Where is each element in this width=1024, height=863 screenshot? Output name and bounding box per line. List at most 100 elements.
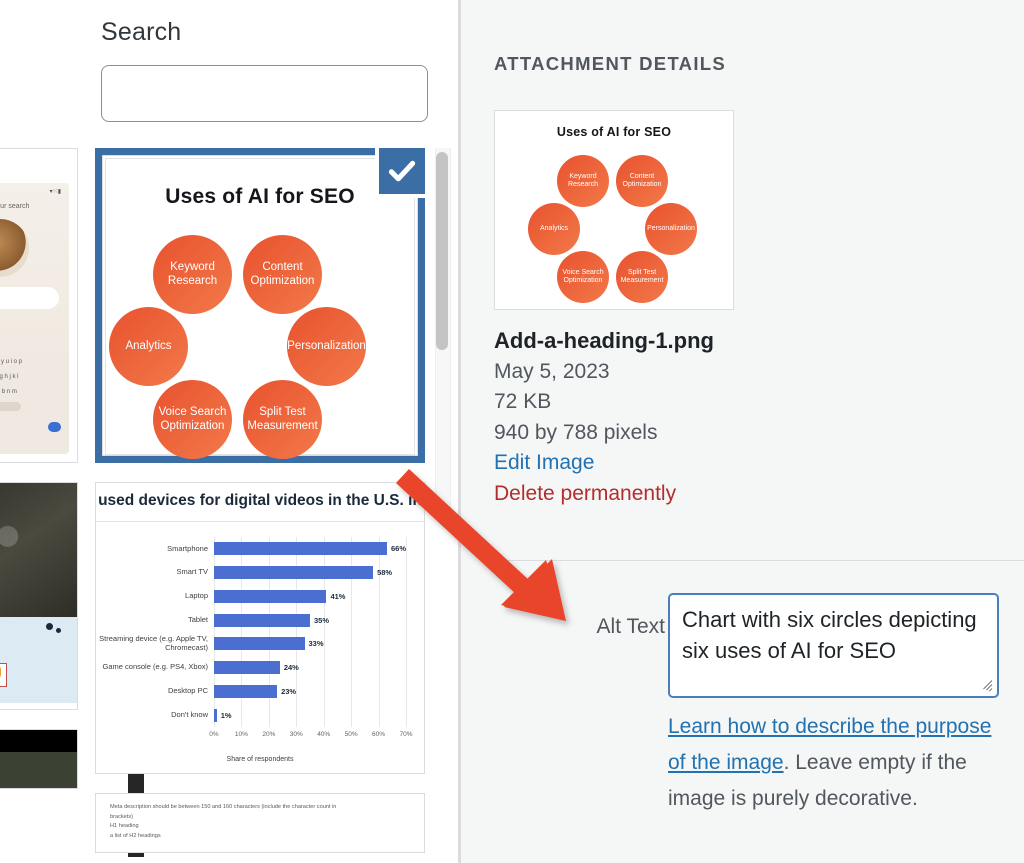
attachment-metadata: Add-a-heading-1.png May 5, 2023 72 KB 94… xyxy=(494,325,994,509)
meta-line-1: Meta description should be between 150 a… xyxy=(110,804,337,810)
gridline xyxy=(406,537,407,727)
bar-row: Desktop PC 23% xyxy=(168,680,406,704)
diagram-circle-4: Personalization xyxy=(287,307,366,386)
preview-circle-3: Analytics xyxy=(528,203,580,255)
attachment-details-panel: ATTACHMENT DETAILS Uses of AI for SEO Ke… xyxy=(461,0,1024,863)
bar-row: Smart TV 58% xyxy=(176,561,406,585)
bar xyxy=(214,661,280,675)
x-axis-tick: 50% xyxy=(344,731,358,738)
attachment-dimensions: 940 by 788 pixels xyxy=(494,420,658,444)
thumbnail-selected-uses-of-ai[interactable]: Uses of AI for SEO Keyword Research Cont… xyxy=(95,144,429,463)
bar xyxy=(214,566,374,580)
thumbnail-column: Uses of AI for SEO Keyword Research Cont… xyxy=(95,144,429,863)
alt-text-input[interactable] xyxy=(668,593,999,698)
partial-thumbnail-column: ▾⁙▮ Add to your search q w e r t y u i o… xyxy=(0,148,78,808)
x-axis-tick: 60% xyxy=(372,731,386,738)
attachment-details-heading: ATTACHMENT DETAILS xyxy=(494,53,727,74)
diagram-uses-of-ai-preview: Uses of AI for SEO Keyword Research Cont… xyxy=(495,111,733,309)
attachment-filename: Add-a-heading-1.png xyxy=(494,328,714,353)
search-input[interactable] xyxy=(101,65,428,122)
thumbnail-meta-description[interactable]: Meta description should be between 150 a… xyxy=(95,793,425,853)
dark-photo-body xyxy=(0,752,77,788)
bar-category-label: Smartphone xyxy=(167,543,208,553)
meta-line-4: a list of H2 headings xyxy=(110,832,161,839)
diagram-title: Uses of AI for SEO xyxy=(165,185,355,208)
diagram-circle-6: Split Test Measurement xyxy=(243,380,322,459)
diagram-uses-of-ai: Uses of AI for SEO Keyword Research Cont… xyxy=(106,159,414,459)
dots-decor xyxy=(46,623,53,630)
x-axis-title: Share of respondents xyxy=(226,756,294,763)
dotted-guide xyxy=(68,323,69,441)
meta-text-block: Meta description should be between 150 a… xyxy=(110,803,410,841)
diagram-circle-2: Content Optimization xyxy=(243,235,322,314)
delete-permanently-link[interactable]: Delete permanently xyxy=(494,479,994,509)
dark-photo xyxy=(0,730,77,788)
bar-row: Smartphone 66% xyxy=(167,537,406,561)
attachment-date: May 5, 2023 xyxy=(494,359,610,383)
preview-circle-2: Content Optimization xyxy=(616,155,668,207)
phone-image xyxy=(0,219,29,277)
check-icon[interactable] xyxy=(375,144,429,198)
thumbnail-device-bar-chart[interactable]: used devices for digital videos in the U… xyxy=(95,482,425,774)
bar xyxy=(214,684,278,698)
phone-search-pill xyxy=(0,287,59,309)
preview-circle-1: Keyword Research xyxy=(557,155,609,207)
bar xyxy=(214,637,305,651)
bar-row: Game console (e.g. PS4, Xbox) 24% xyxy=(103,656,406,680)
bar-value-label: 33% xyxy=(308,639,324,649)
thumbnail-phone-screenshot[interactable]: ▾⁙▮ Add to your search q w e r t y u i o… xyxy=(0,148,78,463)
bar-chart-body: 0% 10% 20% 30% 40% 50% 60% 70% Smartphone 66% Smar… xyxy=(96,521,424,773)
bar-chart-title: used devices for digital videos in the U… xyxy=(98,492,422,509)
star-icon xyxy=(0,667,1,677)
clipboard-icon xyxy=(0,663,7,687)
keyboard-row-3: z x c v b n m xyxy=(0,389,17,395)
section-divider xyxy=(494,560,1024,561)
alt-text-label: Alt Text xyxy=(596,615,665,638)
meta-line-3: H1 heading xyxy=(110,823,139,829)
bar-row: Don't know 1% xyxy=(171,703,406,727)
bar-category-label: Smart TV xyxy=(176,567,208,577)
preview-diagram-title: Uses of AI for SEO xyxy=(556,125,672,139)
x-axis-tick: 20% xyxy=(262,731,276,738)
attachment-preview-image[interactable]: Uses of AI for SEO Keyword Research Cont… xyxy=(494,110,734,310)
bar-value-label: 24% xyxy=(283,663,299,673)
keyboard-row-2: a s d f g h j k l xyxy=(0,374,19,380)
bar-row: Streaming device (e.g. Apple TV, Chromec… xyxy=(99,632,406,656)
bar-category-label: Game console (e.g. PS4, Xbox) xyxy=(102,662,208,672)
office-illustration xyxy=(0,617,77,703)
diagram-circle-3: Analytics xyxy=(109,307,188,386)
thumbnail-dark-image[interactable] xyxy=(0,729,78,789)
x-axis-tick: 70% xyxy=(399,731,413,738)
chart-divider xyxy=(96,521,424,522)
bar-row: Laptop 41% xyxy=(185,585,406,609)
phone-mockup: ▾⁙▮ Add to your search q w e r t y u i o… xyxy=(0,183,69,454)
selected-thumbnail-image: Uses of AI for SEO Keyword Research Cont… xyxy=(105,158,415,459)
meta-line-2: brackets) xyxy=(110,813,134,820)
bar xyxy=(214,708,217,722)
phone-keyboard: q w e r t y u i o p a s d f g h j k l z … xyxy=(0,350,69,454)
bar-value-label: 41% xyxy=(330,591,346,601)
preview-circle-5: Voice Search Optimization xyxy=(557,251,609,303)
bar-category-label: Don't know xyxy=(171,709,208,719)
bar-chart-plot: 0% 10% 20% 30% 40% 50% 60% 70% Smartphone 66% Smar… xyxy=(99,537,413,738)
attachment-filesize: 72 KB xyxy=(494,390,552,414)
keyboard-row-1: q w e r t y u i o p xyxy=(0,359,23,365)
bar-category-label: Tablet xyxy=(187,614,208,624)
bar xyxy=(214,542,387,556)
bar-value-label: 58% xyxy=(377,568,393,578)
bar xyxy=(214,613,310,627)
phone-caption: Add to your search xyxy=(0,203,30,210)
grid-scrollbar-thumb[interactable] xyxy=(436,152,448,350)
x-axis-tick: 10% xyxy=(234,731,248,738)
x-axis-tick: 30% xyxy=(289,731,303,738)
bar-category-label: Laptop xyxy=(185,591,208,601)
bar-value-label: 66% xyxy=(390,544,406,554)
bar-value-label: 1% xyxy=(220,710,232,720)
thumbnail-nature-office[interactable] xyxy=(0,482,78,710)
edit-image-link[interactable]: Edit Image xyxy=(494,448,994,478)
keyboard-spacebar xyxy=(0,402,21,411)
preview-circle-6: Split Test Measurement xyxy=(616,251,668,303)
bar-row: Tablet 35% xyxy=(188,608,406,632)
preview-circle-4: Personalization xyxy=(645,203,697,255)
bar-value-label: 35% xyxy=(314,615,330,625)
